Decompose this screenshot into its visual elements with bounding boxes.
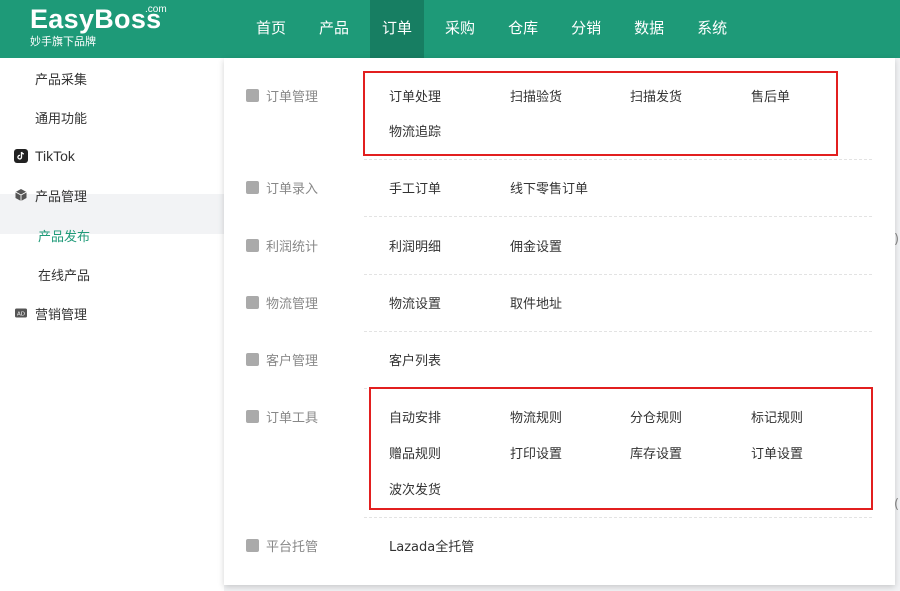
logo-subtitle: 妙手旗下品牌: [30, 35, 96, 48]
link-profit-detail[interactable]: 利润明细: [389, 236, 441, 255]
sidebar-item-collect[interactable]: 产品采集: [14, 68, 87, 88]
sidebar-subitem-product-publish[interactable]: 产品发布: [38, 226, 90, 245]
category-label: 利润统计: [266, 240, 319, 255]
orders-dropdown-menu: 订单管理 订单处理 扫描验货 扫描发货 售后单 物流追踪 订单录入 手工订单 线…: [224, 58, 895, 585]
sidebar-item-product-manage[interactable]: 产品管理: [14, 185, 87, 205]
highlight-box: [369, 387, 873, 510]
platform-icon: [246, 539, 259, 552]
category-order-entry: 订单录入: [246, 178, 318, 197]
category-label: 订单工具: [266, 411, 319, 426]
category-label: 平台托管: [266, 540, 319, 555]
sidebar-item-general[interactable]: 通用功能: [14, 107, 87, 127]
sidebar-item-label: 产品采集: [35, 72, 88, 88]
link-customer-list[interactable]: 客户列表: [389, 350, 441, 369]
divider: [364, 517, 872, 518]
link-logistics-settings[interactable]: 物流设置: [389, 293, 441, 312]
nav-system[interactable]: 系统: [685, 0, 739, 58]
top-bar: EasyBoss .com 妙手旗下品牌 首页 产品 订单 采购 仓库 分销 数…: [0, 0, 900, 58]
sidebar: 产品采集 通用功能 TikTok 产品管理 产品发布 在线产品 AD 营销管理: [0, 58, 224, 591]
cube-icon: [14, 188, 28, 202]
logo-text: EasyBoss: [30, 4, 162, 34]
category-label: 客户管理: [266, 354, 319, 369]
sidebar-item-label: TikTok: [35, 148, 75, 164]
sidebar-item-label: 通用功能: [35, 111, 88, 127]
logo-domain: .com: [145, 4, 167, 15]
sidebar-item-tiktok[interactable]: TikTok: [14, 146, 75, 166]
profit-icon: [246, 239, 259, 252]
category-profit-stats: 利润统计: [246, 236, 318, 255]
customer-icon: [246, 353, 259, 366]
sidebar-subitem-online-products[interactable]: 在线产品: [38, 265, 90, 284]
divider: [364, 274, 872, 275]
link-manual-order[interactable]: 手工订单: [389, 178, 441, 197]
nav-purchase[interactable]: 采购: [433, 0, 487, 58]
entry-icon: [246, 181, 259, 194]
grid-icon: [14, 110, 28, 124]
sidebar-item-label: 营销管理: [35, 307, 88, 323]
ad-icon: AD: [14, 306, 28, 320]
sidebar-item-marketing[interactable]: AD 营销管理: [14, 303, 87, 323]
nav-data[interactable]: 数据: [622, 0, 676, 58]
order-icon: [246, 89, 259, 102]
highlight-box: [363, 71, 838, 156]
category-label: 订单录入: [266, 182, 319, 197]
grid-icon: [14, 71, 28, 85]
category-customers: 客户管理: [246, 350, 318, 369]
link-pickup-address[interactable]: 取件地址: [510, 293, 562, 312]
nav-home[interactable]: 首页: [244, 0, 298, 58]
category-label: 物流管理: [266, 297, 319, 312]
nav-distribution[interactable]: 分销: [559, 0, 613, 58]
tiktok-icon: [14, 149, 28, 163]
tool-icon: [246, 410, 259, 423]
svg-text:AD: AD: [17, 312, 25, 318]
logo[interactable]: EasyBoss .com 妙手旗下品牌: [30, 4, 167, 49]
category-platform-hosting: 平台托管: [246, 536, 318, 555]
link-lazada-full-hosting[interactable]: Lazada全托管: [389, 536, 474, 555]
truck-icon: [246, 296, 259, 309]
link-commission-settings[interactable]: 佣金设置: [510, 236, 562, 255]
category-order-management: 订单管理: [246, 86, 318, 105]
main-nav: 首页 产品 订单 采购 仓库 分销 数据 系统: [244, 0, 748, 58]
sidebar-item-label: 产品管理: [35, 189, 88, 205]
category-label: 订单管理: [266, 90, 319, 105]
link-offline-retail-order[interactable]: 线下零售订单: [510, 178, 588, 197]
category-order-tools: 订单工具: [246, 407, 318, 426]
category-logistics: 物流管理: [246, 293, 318, 312]
divider: [364, 159, 872, 160]
divider: [364, 216, 872, 217]
nav-orders[interactable]: 订单: [370, 0, 425, 58]
nav-warehouse[interactable]: 仓库: [496, 0, 550, 58]
nav-products[interactable]: 产品: [307, 0, 361, 58]
divider: [364, 331, 872, 332]
